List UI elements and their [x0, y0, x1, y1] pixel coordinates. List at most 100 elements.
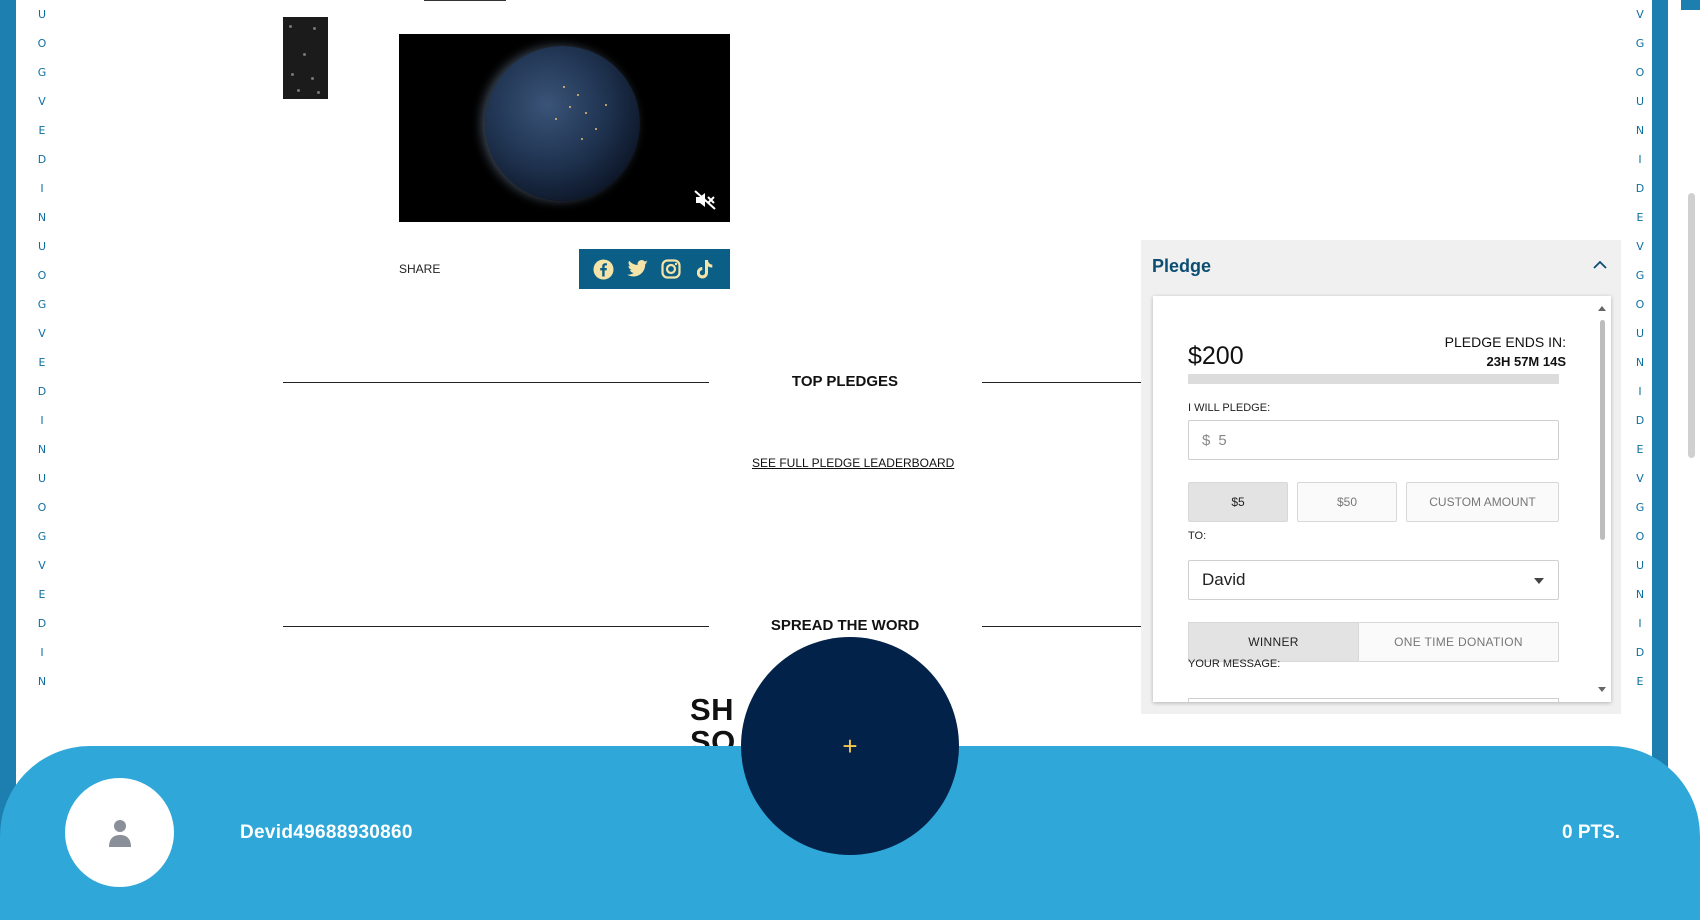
earth-globe-image: [485, 46, 640, 201]
avatar[interactable]: [65, 778, 174, 887]
top-pledges-title: TOP PLEDGES: [791, 373, 899, 390]
caret-down-icon: [1534, 578, 1544, 584]
brand-letter: E: [38, 356, 46, 369]
brand-letter: O: [1635, 530, 1645, 543]
brand-letter: U: [1635, 327, 1645, 340]
media-thumbnail[interactable]: [283, 17, 328, 99]
brand-letter: V: [1636, 240, 1644, 253]
brand-letter: U: [1635, 95, 1645, 108]
brand-letter: E: [38, 588, 46, 601]
brand-letter: V: [1636, 8, 1644, 21]
pledge-countdown: 23H 57M 14S: [1486, 354, 1567, 369]
brand-letter: G: [37, 530, 47, 543]
chevron-up-icon[interactable]: [1593, 260, 1607, 270]
top-pledges-divider-right: [982, 382, 1142, 383]
page-scrollbar-thumb[interactable]: [1688, 193, 1695, 458]
brand-letter: G: [1635, 501, 1645, 514]
your-message-label: YOUR MESSAGE:: [1188, 658, 1281, 670]
currency-symbol: $: [1202, 431, 1211, 449]
facebook-icon[interactable]: [593, 258, 615, 280]
brand-letter: I: [40, 646, 44, 659]
message-textarea[interactable]: [1188, 698, 1559, 702]
custom-amount-button[interactable]: CUSTOM AMOUNT: [1406, 482, 1559, 522]
brand-letter: I: [40, 182, 44, 195]
scroll-down-arrow-icon[interactable]: [1598, 687, 1606, 692]
one-time-donation-toggle[interactable]: ONE TIME DONATION: [1358, 622, 1559, 662]
brand-letter: O: [1635, 298, 1645, 311]
winner-toggle[interactable]: WINNER: [1188, 622, 1359, 662]
add-button[interactable]: +: [741, 637, 959, 855]
brand-letter: N: [1635, 588, 1645, 601]
recipient-select[interactable]: David: [1188, 560, 1559, 600]
brand-letter: V: [38, 559, 46, 572]
brand-letter: I: [1638, 617, 1642, 630]
plus-icon: +: [842, 730, 858, 761]
pledge-amount-value: 5: [1218, 431, 1227, 449]
pledge-panel: Pledge $200 PLEDGE ENDS IN: 23H 57M 14S …: [1141, 240, 1621, 714]
brand-letter: U: [1635, 559, 1645, 572]
scroll-up-arrow-icon[interactable]: [1598, 306, 1606, 311]
brand-letter: G: [37, 66, 47, 79]
top-pledges-divider-left: [283, 382, 709, 383]
brand-letter: V: [38, 95, 46, 108]
brand-letter: I: [1638, 153, 1642, 166]
brand-letter: N: [1635, 356, 1645, 369]
brand-letter: N: [1635, 124, 1645, 137]
brand-letter: G: [37, 298, 47, 311]
spread-word-divider-left: [283, 626, 709, 627]
brand-letter: D: [1635, 182, 1645, 195]
pledge-ends-label: PLEDGE ENDS IN:: [1444, 334, 1566, 350]
pledge-form-scroll-thumb[interactable]: [1600, 320, 1605, 540]
brand-letter: U: [37, 8, 47, 21]
share-label: SHARE: [399, 262, 441, 276]
spread-the-word-title: SPREAD THE WORD: [770, 617, 920, 634]
brand-letter: O: [1635, 66, 1645, 79]
brand-letter: E: [1636, 443, 1644, 456]
brand-letter: E: [1636, 675, 1644, 688]
brand-letter: E: [1636, 211, 1644, 224]
earth-video[interactable]: [399, 34, 730, 222]
full-leaderboard-link[interactable]: SEE FULL PLEDGE LEADERBOARD: [752, 456, 954, 470]
brand-letter: D: [1635, 414, 1645, 427]
top-link-underline: [424, 0, 506, 1]
twitter-icon[interactable]: [626, 258, 649, 280]
brand-letter: G: [1635, 269, 1645, 282]
instagram-icon[interactable]: [660, 258, 682, 280]
right-vertical-brand-text: V G O U N I D E V G O U N I D E V G O U N I D E: [1630, 0, 1650, 696]
scrollbar-cap: [1681, 0, 1700, 10]
points-display: 0 PTS.: [1562, 822, 1621, 843]
left-vertical-brand-text: U O G V E D I N U O G V E D I N U O G V E D I N: [32, 0, 52, 696]
pledge-total-amount: $200: [1188, 342, 1244, 370]
brand-letter: G: [1635, 37, 1645, 50]
brand-letter: I: [1638, 385, 1642, 398]
pledge-progress-bar: [1188, 374, 1559, 384]
pledge-form: $200 PLEDGE ENDS IN: 23H 57M 14S I WILL …: [1153, 296, 1611, 702]
to-label: TO:: [1188, 530, 1207, 542]
spread-word-divider-right: [982, 626, 1142, 627]
brand-letter: N: [37, 443, 47, 456]
brand-letter: V: [38, 327, 46, 340]
brand-letter: U: [37, 240, 47, 253]
brand-letter: N: [37, 675, 47, 688]
will-pledge-label: I WILL PLEDGE:: [1188, 402, 1271, 414]
brand-letter: I: [40, 414, 44, 427]
user-icon: [108, 819, 131, 847]
page-scrollbar[interactable]: [1684, 0, 1700, 920]
pledge-panel-title: Pledge: [1152, 256, 1212, 276]
brand-letter: D: [37, 153, 47, 166]
preset-50-button[interactable]: $50: [1297, 482, 1397, 522]
pledge-form-scrollbar[interactable]: [1597, 306, 1607, 692]
muted-speaker-icon[interactable]: [694, 190, 716, 210]
brand-letter: D: [1635, 646, 1645, 659]
brand-letter: D: [37, 385, 47, 398]
brand-letter: E: [38, 124, 46, 137]
preset-5-button[interactable]: $5: [1188, 482, 1288, 522]
tiktok-icon[interactable]: [694, 258, 716, 280]
brand-letter: O: [37, 501, 47, 514]
pledge-amount-input[interactable]: $ 5: [1188, 420, 1559, 460]
brand-letter: O: [37, 37, 47, 50]
social-share-bar: [579, 249, 730, 289]
brand-letter: U: [37, 472, 47, 485]
brand-letter: N: [37, 211, 47, 224]
left-brand-strip: [0, 0, 16, 920]
